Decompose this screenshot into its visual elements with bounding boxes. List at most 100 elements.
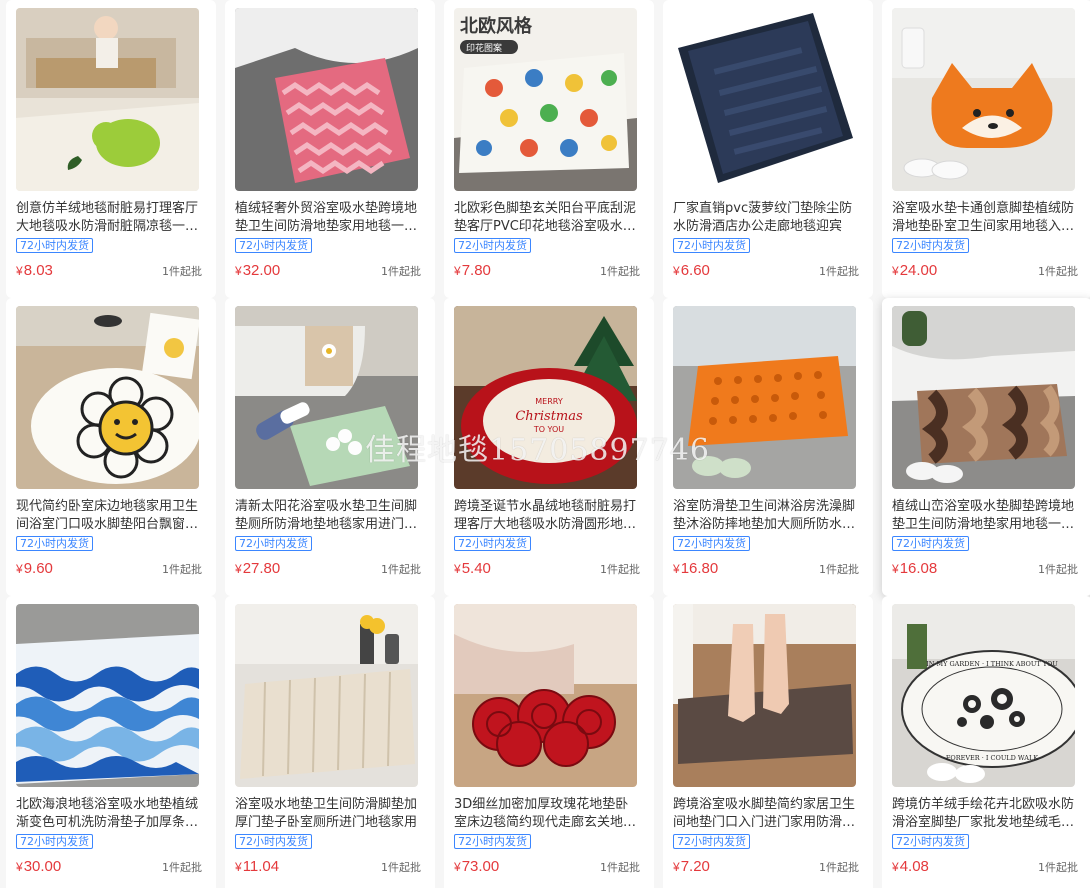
image-subheading: 印花图案 xyxy=(466,42,502,54)
pink-zigzag-mat-image-icon xyxy=(235,8,418,191)
product-card[interactable]: 植绒山峦浴室吸水垫脚垫跨境地垫卫生间防滑地垫家用地毯一… 72小时内发货 ¥16… xyxy=(882,298,1090,596)
product-title[interactable]: 厂家直销pvc菠萝纹门垫除尘防水防滑酒店办公走廊地毯迎宾 xyxy=(673,200,859,236)
product-card[interactable]: 创意仿羊绒地毯耐脏易打理客厅大地毯吸水防滑耐脏隔凉毯一… 72小时内发货 ¥8.… xyxy=(6,0,216,298)
min-order-label: 1件起批 xyxy=(819,265,859,278)
product-title[interactable]: 3D细丝加密加厚玫瑰花地垫卧室床边毯简约现代走廊玄关地毯… xyxy=(454,796,640,832)
product-card[interactable]: 浴室吸水地垫卫生间防滑脚垫加厚门垫子卧室厕所进门地毯家用 72小时内发货 ¥11… xyxy=(225,596,435,888)
product-price: ¥8.03 xyxy=(16,262,53,279)
min-order-label: 1件起批 xyxy=(1038,861,1078,874)
product-image[interactable] xyxy=(892,306,1075,489)
product-image[interactable] xyxy=(673,604,856,787)
product-title[interactable]: 跨境仿羊绒手绘花卉北欧吸水防滑浴室脚垫厂家批发地垫绒毛… xyxy=(892,796,1078,832)
product-image[interactable] xyxy=(673,8,856,191)
min-order-label: 1件起批 xyxy=(162,861,202,874)
product-title[interactable]: 浴室防滑垫卫生间淋浴房洗澡脚垫沐浴防摔地垫加大厕所防水… xyxy=(673,498,859,534)
product-title[interactable]: 创意仿羊绒地毯耐脏易打理客厅大地毯吸水防滑耐脏隔凉毯一… xyxy=(16,200,202,236)
min-order-label: 1件起批 xyxy=(819,563,859,576)
product-price: ¥16.80 xyxy=(673,560,719,577)
image-heading: 北欧风格 xyxy=(460,15,533,37)
product-image[interactable] xyxy=(235,604,418,787)
product-price: ¥5.40 xyxy=(454,560,491,577)
product-title[interactable]: 跨境浴室吸水脚垫简约家居卫生间地垫门口入门进门家用防滑… xyxy=(673,796,859,832)
product-card[interactable]: 清新太阳花浴室吸水垫卫生间脚垫厕所防滑地垫地毯家用进门… 72小时内发货 ¥27… xyxy=(225,298,435,596)
product-image[interactable]: MERRY Christmas TO YOU xyxy=(454,306,637,489)
min-order-label: 1件起批 xyxy=(162,265,202,278)
product-title[interactable]: 浴室吸水地垫卫生间防滑脚垫加厚门垫子卧室厕所进门地毯家用 xyxy=(235,796,421,832)
product-card[interactable]: 植绒轻奢外贸浴室吸水垫跨境地垫卫生间防滑地垫家用地毯一… 72小时内发货 ¥32… xyxy=(225,0,435,298)
min-order-label: 1件起批 xyxy=(381,861,421,874)
product-image[interactable] xyxy=(16,8,199,191)
min-order-label: 1件起批 xyxy=(1038,563,1078,576)
fox-mat-image-icon xyxy=(892,8,1075,191)
product-title[interactable]: 现代简约卧室床边地毯家用卫生间浴室门口吸水脚垫阳台飘窗… xyxy=(16,498,202,534)
shipping-badge: 72小时内发货 xyxy=(454,834,531,849)
navy-door-mat-image-icon xyxy=(673,8,856,191)
shipping-badge: 72小时内发货 xyxy=(235,238,312,253)
product-price: ¥11.04 xyxy=(235,858,280,875)
image-text: Christmas xyxy=(515,409,583,424)
product-price: ¥24.00 xyxy=(892,262,938,279)
min-order-label: 1件起批 xyxy=(819,861,859,874)
image-text: TO YOU xyxy=(533,425,564,434)
shipping-badge: 72小时内发货 xyxy=(673,834,750,849)
min-order-label: 1件起批 xyxy=(381,563,421,576)
product-title[interactable]: 北欧海浪地毯浴室吸水地垫植绒渐变色可机洗防滑垫子加厚条… xyxy=(16,796,202,832)
product-price: ¥7.20 xyxy=(673,858,710,875)
product-price: ¥9.60 xyxy=(16,560,53,577)
shipping-badge: 72小时内发货 xyxy=(673,536,750,551)
image-text: MERRY xyxy=(535,397,563,406)
min-order-label: 1件起批 xyxy=(600,265,640,278)
red-rose-rug-image-icon xyxy=(454,604,637,787)
brown-plush-mat-image-icon xyxy=(673,604,856,787)
product-grid: 创意仿羊绒地毯耐脏易打理客厅大地毯吸水防滑耐脏隔凉毯一… 72小时内发货 ¥8.… xyxy=(6,0,1090,888)
product-card[interactable]: 现代简约卧室床边地毯家用卫生间浴室门口吸水脚垫阳台飘窗… 72小时内发货 ¥9.… xyxy=(6,298,216,596)
min-order-label: 1件起批 xyxy=(600,563,640,576)
product-title[interactable]: 植绒山峦浴室吸水垫脚垫跨境地垫卫生间防滑地垫家用地毯一… xyxy=(892,498,1078,534)
product-image[interactable] xyxy=(454,604,637,787)
product-card[interactable]: 浴室吸水垫卡通创意脚垫植绒防滑地垫卧室卫生间家用地毯入… 72小时内发货 ¥24… xyxy=(882,0,1090,298)
product-card[interactable]: 3D细丝加密加厚玫瑰花地垫卧室床边毯简约现代走廊玄关地毯… 72小时内发货 ¥7… xyxy=(444,596,654,888)
pear-rug-image-icon xyxy=(16,8,199,191)
product-title[interactable]: 植绒轻奢外贸浴室吸水垫跨境地垫卫生间防滑地垫家用地毯一… xyxy=(235,200,421,236)
shipping-badge: 72小时内发货 xyxy=(454,238,531,253)
product-image[interactable] xyxy=(673,306,856,489)
product-title[interactable]: 北欧彩色脚垫玄关阳台平底刮泥垫客厅PVC印花地毯浴室吸水… xyxy=(454,200,640,236)
image-text: FOREVER · I COULD WALK xyxy=(946,754,1038,762)
blue-wave-mat-image-icon xyxy=(16,604,199,787)
product-image[interactable] xyxy=(235,8,418,191)
product-card[interactable]: 浴室防滑垫卫生间淋浴房洗澡脚垫沐浴防摔地垫加大厕所防水… 72小时内发货 ¥16… xyxy=(663,298,873,596)
product-card[interactable]: 北欧风格 印花图案 北欧彩色脚垫玄关阳台平底刮泥垫客厅PVC印花地毯浴室吸水… … xyxy=(444,0,654,298)
product-card[interactable]: 厂家直销pvc菠萝纹门垫除尘防水防滑酒店办公走廊地毯迎宾 72小时内发货 ¥6.… xyxy=(663,0,873,298)
shipping-badge: 72小时内发货 xyxy=(892,834,969,849)
shipping-badge: 72小时内发货 xyxy=(16,834,93,849)
product-price: ¥32.00 xyxy=(235,262,281,279)
shipping-badge: 72小时内发货 xyxy=(16,536,93,551)
product-card[interactable]: MERRY Christmas TO YOU 跨境圣诞节水晶绒地毯耐脏易打理客厅… xyxy=(444,298,654,596)
shipping-badge: 72小时内发货 xyxy=(235,834,312,849)
product-price: ¥7.80 xyxy=(454,262,491,279)
product-image[interactable] xyxy=(892,8,1075,191)
floral-oval-mat-image-icon: IN MY GARDEN · I THINK ABOUT YOU FOREVER… xyxy=(892,604,1075,787)
product-image[interactable] xyxy=(16,306,199,489)
product-image[interactable]: 北欧风格 印花图案 xyxy=(454,8,637,191)
smiley-flower-rug-image-icon xyxy=(16,306,199,489)
product-card[interactable]: IN MY GARDEN · I THINK ABOUT YOU FOREVER… xyxy=(882,596,1090,888)
orange-shower-mat-image-icon xyxy=(673,306,856,489)
product-image[interactable] xyxy=(235,306,418,489)
product-image[interactable] xyxy=(16,604,199,787)
min-order-label: 1件起批 xyxy=(381,265,421,278)
shipping-badge: 72小时内发货 xyxy=(673,238,750,253)
christmas-round-rug-image-icon: MERRY Christmas TO YOU xyxy=(454,306,637,489)
shipping-badge: 72小时内发货 xyxy=(235,536,312,551)
product-title[interactable]: 浴室吸水垫卡通创意脚垫植绒防滑地垫卧室卫生间家用地毯入… xyxy=(892,200,1078,236)
shipping-badge: 72小时内发货 xyxy=(16,238,93,253)
product-card[interactable]: 北欧海浪地毯浴室吸水地垫植绒渐变色可机洗防滑垫子加厚条… 72小时内发货 ¥30… xyxy=(6,596,216,888)
product-price: ¥30.00 xyxy=(16,858,62,875)
product-image[interactable]: IN MY GARDEN · I THINK ABOUT YOU FOREVER… xyxy=(892,604,1075,787)
product-title[interactable]: 清新太阳花浴室吸水垫卫生间脚垫厕所防滑地垫地毯家用进门… xyxy=(235,498,421,534)
product-price: ¥73.00 xyxy=(454,858,500,875)
product-card[interactable]: 跨境浴室吸水脚垫简约家居卫生间地垫门口入门进门家用防滑… 72小时内发货 ¥7.… xyxy=(663,596,873,888)
product-title[interactable]: 跨境圣诞节水晶绒地毯耐脏易打理客厅大地毯吸水防滑圆形地… xyxy=(454,498,640,534)
product-price: ¥4.08 xyxy=(892,858,929,875)
shipping-badge: 72小时内发货 xyxy=(892,536,969,551)
